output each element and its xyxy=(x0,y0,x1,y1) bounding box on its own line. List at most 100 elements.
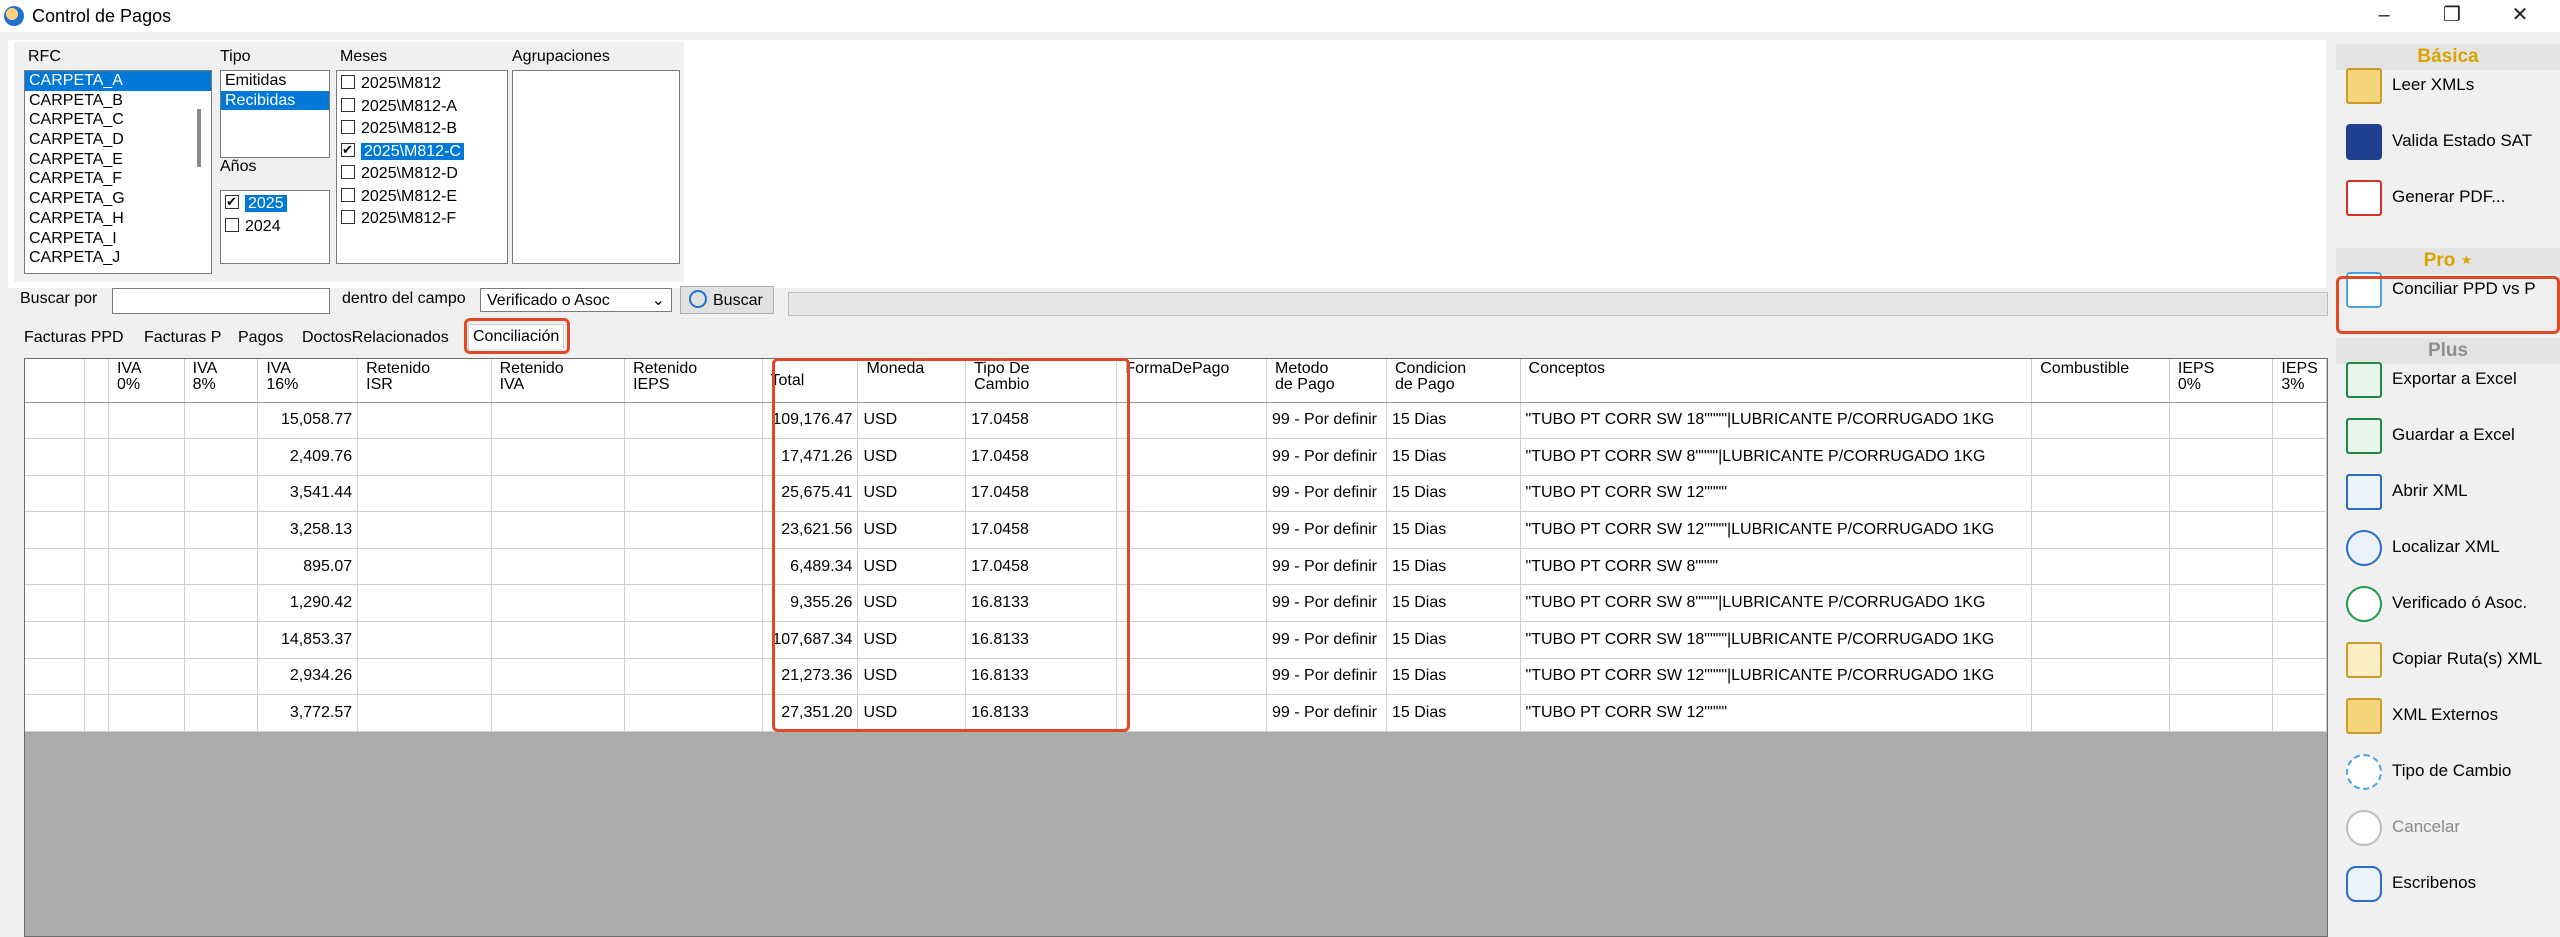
tab-facturas-ppd[interactable]: Facturas PPD xyxy=(20,326,128,350)
rfc-list-item[interactable]: CARPETA_I xyxy=(25,229,211,249)
action-button[interactable]: Localizar XML xyxy=(2342,522,2558,572)
table-row[interactable]: 2,409.76 17,471.26 USD 17.0458 99 - Por defi… xyxy=(25,438,2327,476)
action-button[interactable]: Generar PDF... xyxy=(2342,172,2558,222)
mes-item[interactable]: 2025\M812-F xyxy=(337,208,507,231)
close-button[interactable]: ✕ xyxy=(2488,0,2552,32)
cell-empty xyxy=(2169,658,2274,696)
cell-iva16: 3,258.13 xyxy=(257,511,359,549)
action-button[interactable]: Abrir XML xyxy=(2342,466,2558,516)
checkbox[interactable] xyxy=(225,191,239,214)
rfc-list-item[interactable]: CARPETA_A xyxy=(25,71,211,91)
table-row[interactable]: 14,853.37 107,687.34 USD 16.8133 99 - Por de… xyxy=(25,621,2327,659)
column-header[interactable]: Condicion de Pago xyxy=(1386,359,1521,403)
action-button[interactable]: Exportar a Excel xyxy=(2342,354,2558,404)
rfc-list-item[interactable]: CARPETA_C xyxy=(25,110,211,130)
column-header[interactable]: IEPS 0% xyxy=(2169,359,2274,403)
field-dropdown[interactable]: Verificado o Asoc ⌄ xyxy=(480,288,672,312)
action-button[interactable]: Guardar a Excel xyxy=(2342,410,2558,460)
action-button[interactable]: Tipo de Cambio xyxy=(2342,746,2558,796)
column-header[interactable]: FormaDePago xyxy=(1116,359,1268,403)
action-button-label: Escribenos xyxy=(2392,873,2477,892)
column-header-label: 16% xyxy=(266,376,299,393)
cell-empty xyxy=(624,402,763,440)
column-header[interactable]: Retenido IEPS xyxy=(624,359,763,403)
column-header[interactable] xyxy=(25,359,86,403)
meses-list[interactable]: 2025\M812 2025\M812-A 2025\M812-B 2025\M812… xyxy=(336,70,508,264)
cell-empty xyxy=(25,402,86,440)
anio-item-label: 2025 xyxy=(245,195,287,212)
cell-empty xyxy=(184,658,259,696)
rfc-list[interactable]: CARPETA_A CARPETA_B CARPETA_C CARPETA_D CARP… xyxy=(24,70,212,274)
checkbox[interactable] xyxy=(341,139,355,161)
table-row[interactable]: 2,934.26 21,273.36 USD 16.8133 99 - Por defi… xyxy=(25,658,2327,696)
action-button[interactable]: Verificado ó Asoc. xyxy=(2342,578,2558,628)
rfc-list-item[interactable]: CARPETA_H xyxy=(25,209,211,229)
checkbox[interactable] xyxy=(341,165,355,179)
cell-empty xyxy=(491,621,626,659)
mes-item[interactable]: 2025\M812-C xyxy=(337,139,507,164)
rfc-list-item[interactable]: CARPETA_F xyxy=(25,169,211,189)
tipo-list[interactable]: Emitidas Recibidas xyxy=(220,70,330,158)
cell-iva16: 3,541.44 xyxy=(257,475,359,513)
table-row[interactable]: 3,541.44 25,675.41 USD 17.0458 99 - Por defi… xyxy=(25,475,2327,513)
table-row[interactable]: 1,290.42 9,355.26 USD 16.8133 99 - Por defin… xyxy=(25,584,2327,623)
anio-item[interactable]: 2024 xyxy=(221,216,329,239)
checkbox[interactable] xyxy=(341,97,355,112)
data-grid[interactable]: IVA 0% IVA 8% IVA 16% Retenido ISR Retenido IVA Re… xyxy=(24,358,2328,937)
tab-doctos-relacionados[interactable]: DoctosRelacionados xyxy=(298,326,453,350)
rfc-list-item[interactable]: CARPETA_B xyxy=(25,91,211,111)
mes-item[interactable]: 2025\M812 xyxy=(337,73,507,96)
table-row[interactable]: 3,258.13 23,621.56 USD 17.0458 99 - Por defi… xyxy=(25,511,2327,549)
column-header[interactable]: IEPS 3% xyxy=(2272,359,2327,403)
rfc-list-item[interactable]: CARPETA_E xyxy=(25,150,211,170)
column-header[interactable] xyxy=(84,359,109,403)
anio-item[interactable]: 2025 xyxy=(221,191,329,216)
mes-item[interactable]: 2025\M812-A xyxy=(337,96,507,119)
action-button[interactable]: Cancelar xyxy=(2342,802,2558,852)
column-header[interactable]: IVA 0% xyxy=(108,359,185,403)
anios-list[interactable]: 2025 2024 xyxy=(220,190,330,264)
folder-search-icon xyxy=(2346,68,2382,104)
agrupaciones-list[interactable] xyxy=(512,70,680,264)
restore-button[interactable]: ❐ xyxy=(2420,0,2484,32)
mes-item[interactable]: 2025\M812-B xyxy=(337,118,507,141)
action-button[interactable]: Valida Estado SAT xyxy=(2342,116,2558,166)
column-header[interactable]: Metodo de Pago xyxy=(1266,359,1387,403)
action-button[interactable]: Copiar Ruta(s) XML xyxy=(2342,634,2558,684)
rfc-list-item[interactable]: CARPETA_D xyxy=(25,130,211,150)
rfc-list-item[interactable]: CARPETA_J xyxy=(25,248,211,268)
checkbox[interactable] xyxy=(341,120,355,134)
column-header[interactable]: IVA 8% xyxy=(184,359,259,403)
tab-pagos[interactable]: Pagos xyxy=(234,326,287,350)
table-row[interactable]: 15,058.77 109,176.47 USD 17.0458 99 - Por de… xyxy=(25,402,2327,440)
rfc-scrollbar[interactable] xyxy=(197,109,201,167)
tipo-list-item[interactable]: Recibidas xyxy=(221,90,329,111)
action-button[interactable]: Leer XMLs xyxy=(2342,60,2558,110)
column-header[interactable]: Conceptos xyxy=(1520,359,2033,403)
search-button[interactable]: Buscar xyxy=(680,286,774,314)
mes-item[interactable]: 2025\M812-E xyxy=(337,186,507,209)
action-button[interactable]: Escribenos xyxy=(2342,858,2558,908)
minimize-button[interactable]: – xyxy=(2352,0,2416,32)
cell-empty xyxy=(357,694,492,732)
cell-empty xyxy=(1116,621,1268,659)
tipo-list-item[interactable]: Emitidas xyxy=(221,71,329,91)
column-header[interactable]: IVA 16% xyxy=(257,359,359,403)
cell-empty xyxy=(624,438,763,476)
mes-item[interactable]: 2025\M812-D xyxy=(337,163,507,186)
table-row[interactable]: 3,772.57 27,351.20 USD 16.8133 99 - Por defi… xyxy=(25,694,2327,732)
table-row[interactable]: 895.07 6,489.34 USD 17.0458 99 - Por definir… xyxy=(25,548,2327,586)
checkbox[interactable] xyxy=(341,75,355,89)
column-header[interactable]: Retenido ISR xyxy=(357,359,492,403)
checkbox[interactable] xyxy=(341,210,355,224)
checkbox[interactable] xyxy=(225,217,239,232)
rfc-list-item[interactable]: CARPETA_G xyxy=(25,189,211,209)
search-input[interactable] xyxy=(112,288,330,314)
action-button[interactable]: XML Externos xyxy=(2342,690,2558,740)
tab-facturas-p[interactable]: Facturas P xyxy=(140,326,225,350)
column-header[interactable]: Combustible xyxy=(2031,359,2170,403)
cell-empty xyxy=(2169,475,2274,513)
checkbox[interactable] xyxy=(341,187,355,202)
cell-empty xyxy=(84,548,109,586)
column-header[interactable]: Retenido IVA xyxy=(491,359,626,403)
